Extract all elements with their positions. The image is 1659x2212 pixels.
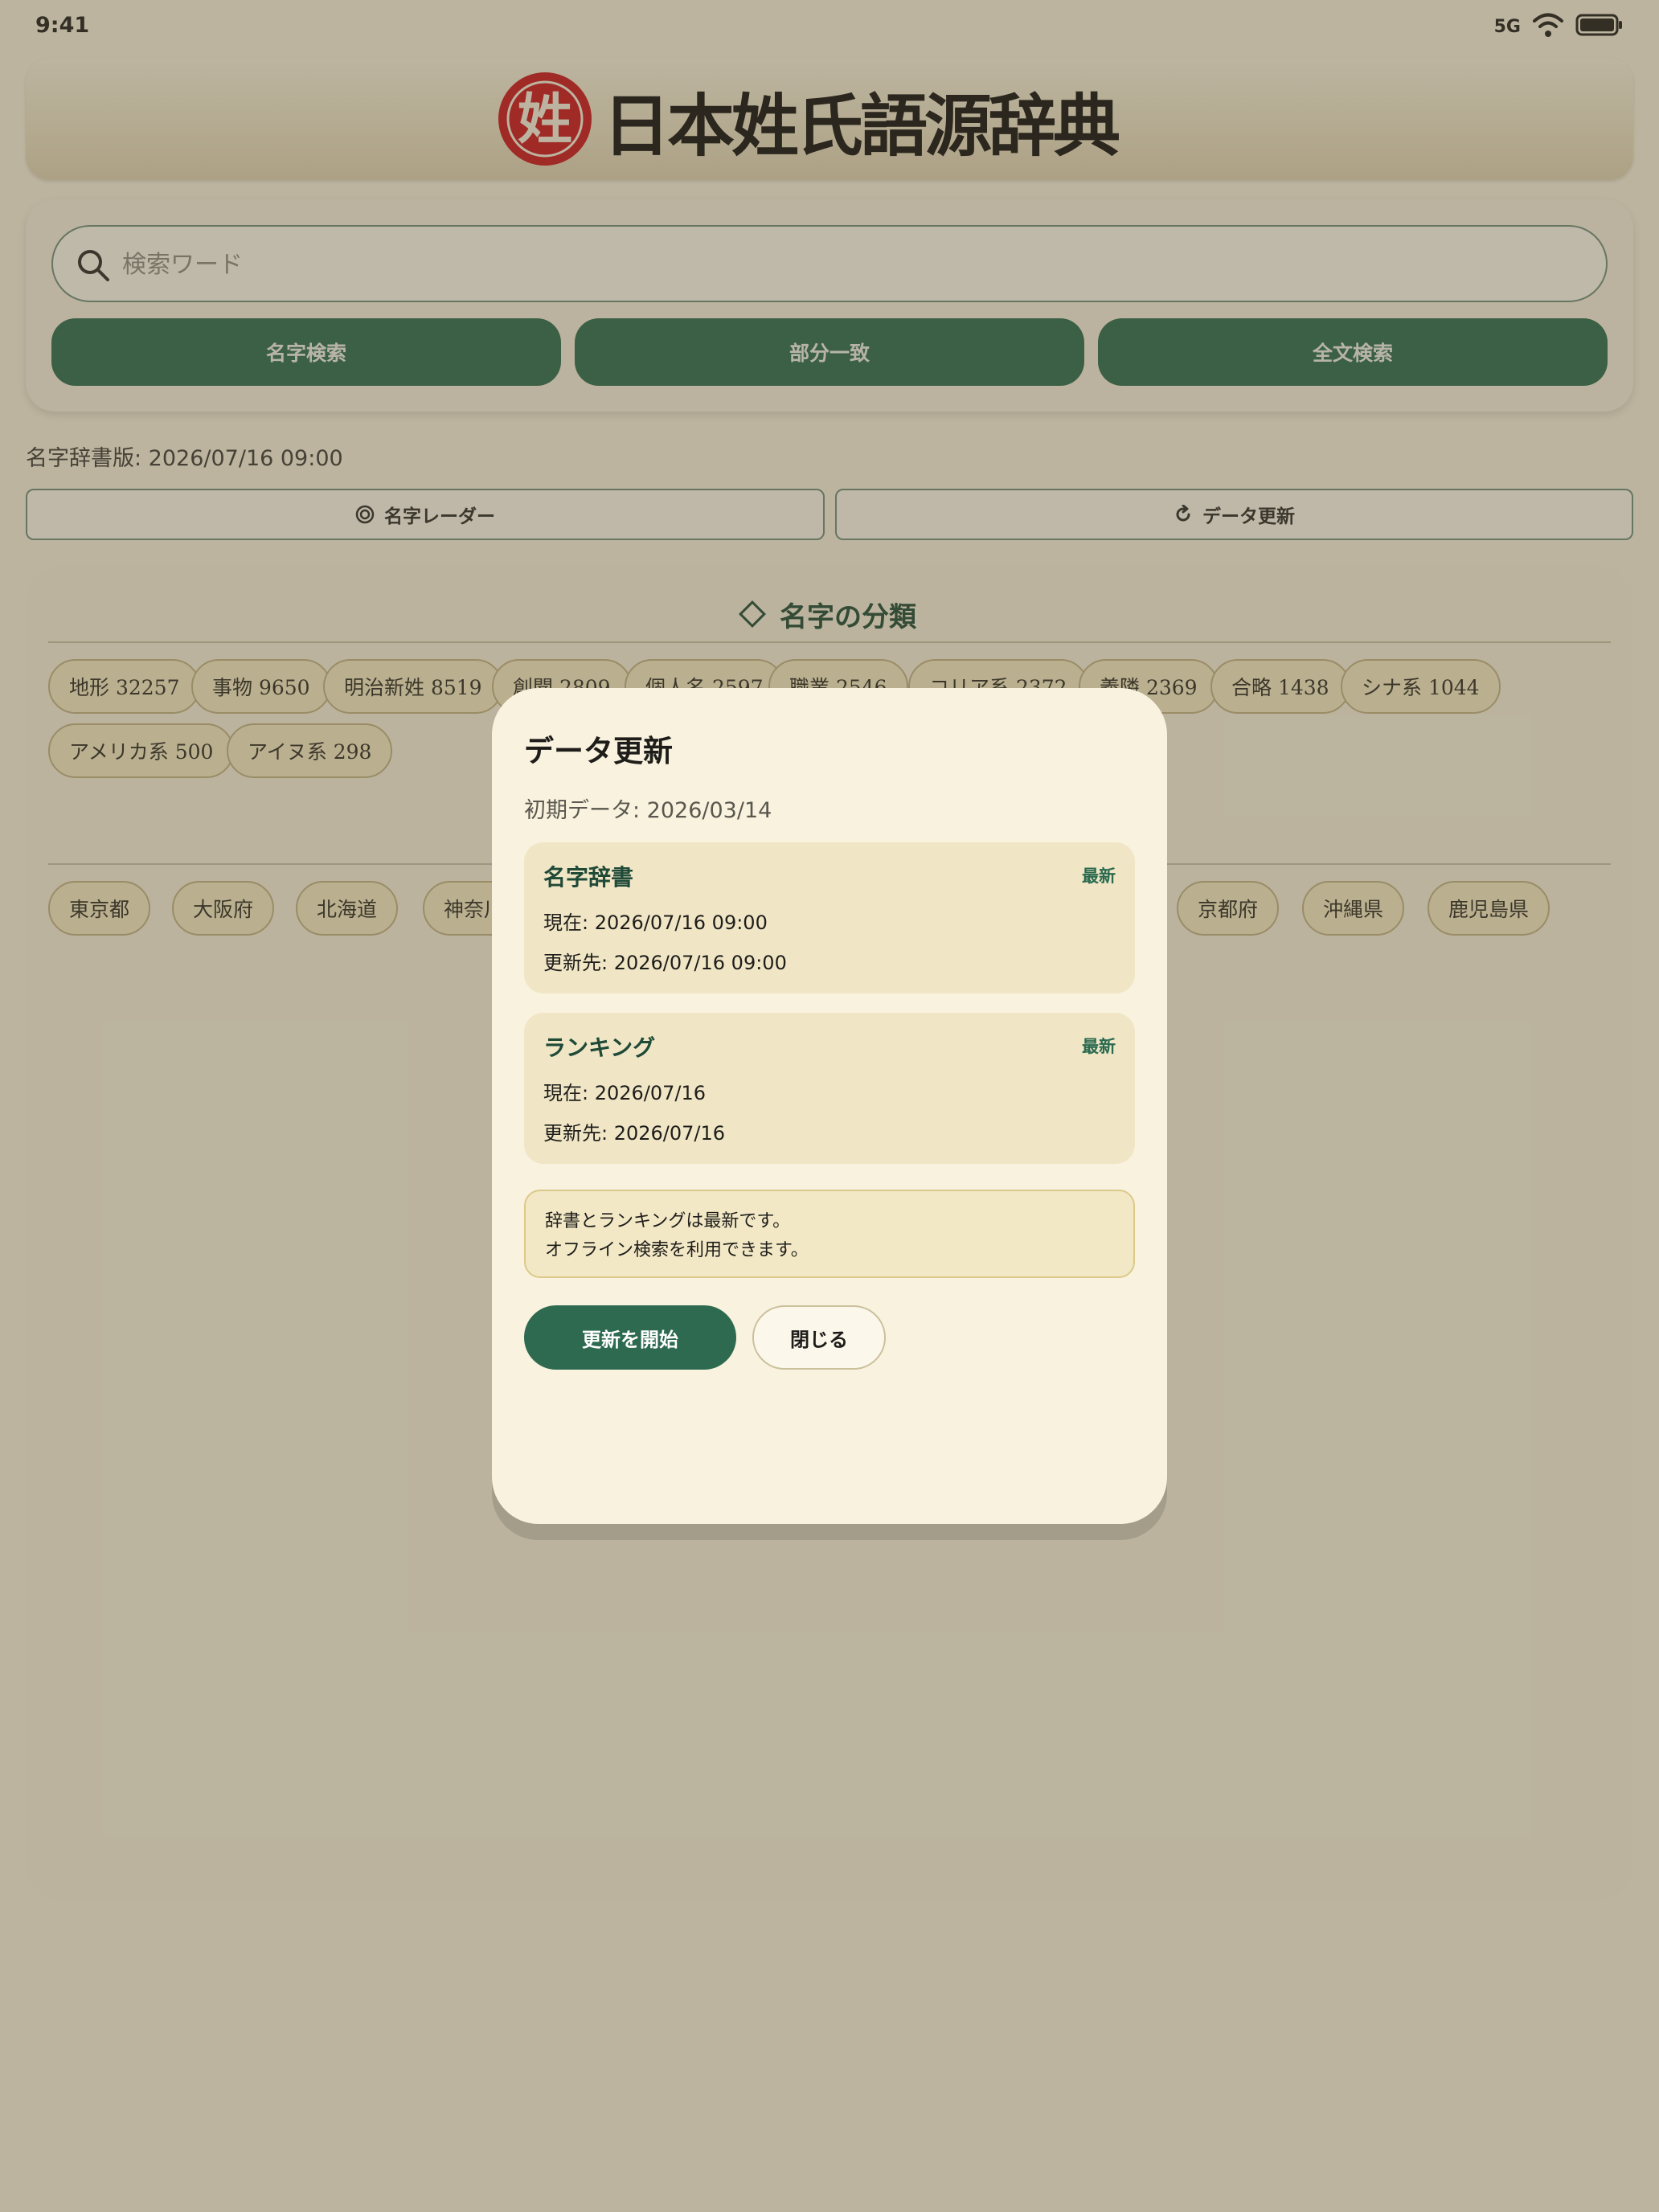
ranking-current-version: 現在: 2026/07/16 <box>543 1082 707 1104</box>
close-button[interactable]: 閉じる <box>752 1305 886 1370</box>
dictionary-card-title: 名字辞書 <box>543 864 634 891</box>
notice-line-1: 辞書とランキングは最新です。 <box>545 1211 791 1231</box>
data-update-modal: データ更新 初期データ: 2026/03/14 名字辞書 最新 現在: 2026… <box>492 688 1167 1524</box>
dictionary-target-version: 更新先: 2026/07/16 09:00 <box>543 952 787 974</box>
ranking-card-title: ランキング <box>543 1034 656 1061</box>
dictionary-current-version: 現在: 2026/07/16 09:00 <box>543 911 768 934</box>
status-badge: 最新 <box>1082 866 1116 886</box>
status-notice: 辞書とランキングは最新です。 オフライン検索を利用できます。 <box>524 1190 1135 1278</box>
status-badge: 最新 <box>1082 1037 1116 1056</box>
ranking-status-card: ランキング 最新 現在: 2026/07/16 更新先: 2026/07/16 <box>524 1013 1135 1164</box>
initial-data-text: 初期データ: 2026/03/14 <box>524 798 772 823</box>
start-update-button[interactable]: 更新を開始 <box>524 1305 736 1370</box>
notice-line-2: オフライン検索を利用できます。 <box>545 1240 809 1260</box>
dictionary-status-card: 名字辞書 最新 現在: 2026/07/16 09:00 更新先: 2026/0… <box>524 842 1135 993</box>
app-screen: 9:41 5G 姓 日本姓氏語源辞典 検索ワード 名字検索 部分一致 全文検索 … <box>0 0 1659 2212</box>
ranking-target-version: 更新先: 2026/07/16 <box>543 1122 726 1145</box>
modal-title: データ更新 <box>524 734 673 768</box>
